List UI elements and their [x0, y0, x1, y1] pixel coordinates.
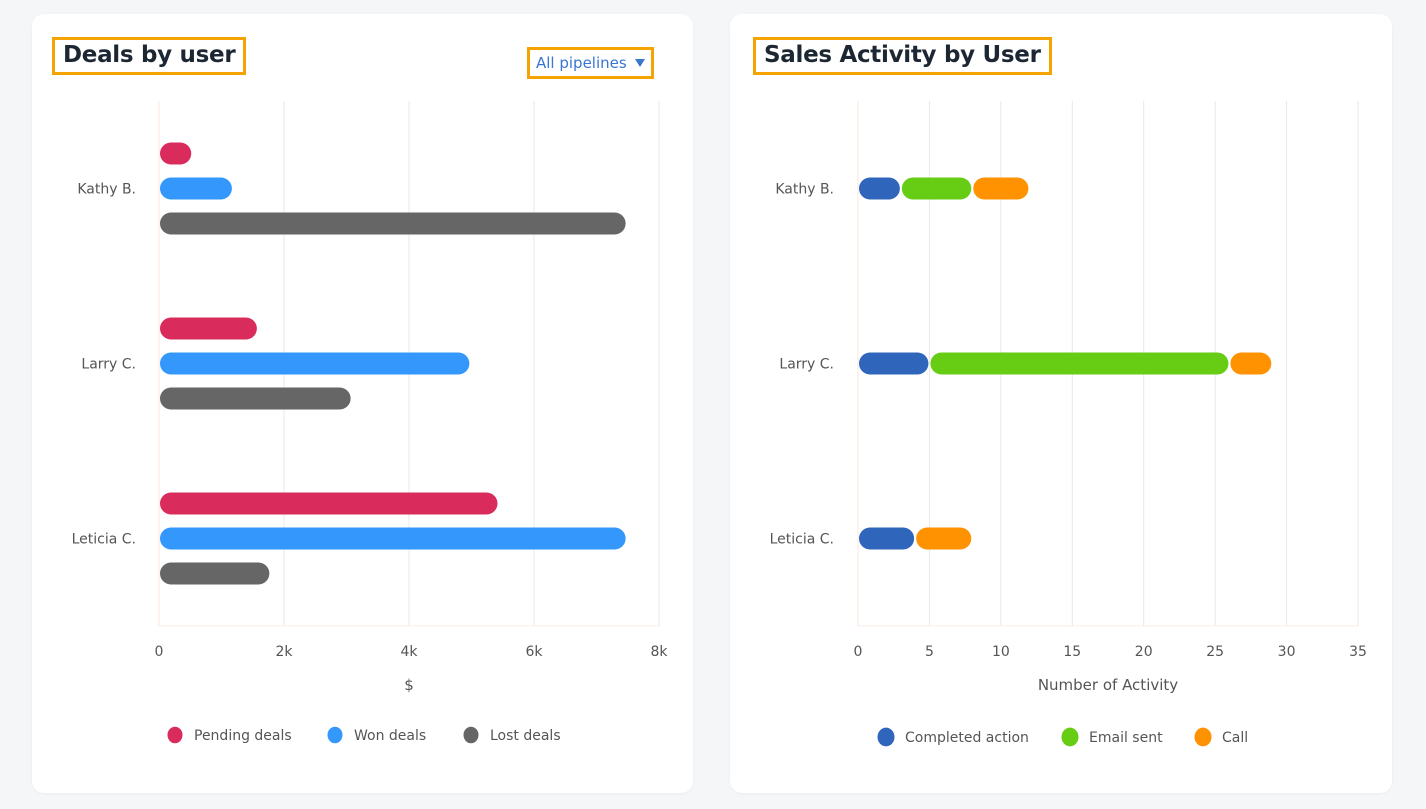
- legend-item-completed-action[interactable]: Completed action: [877, 727, 1029, 747]
- x-tick-label: 10: [992, 644, 1010, 660]
- category-label: Kathy B.: [77, 182, 136, 198]
- category-label: Kathy B.: [775, 182, 834, 198]
- sales-activity-card: Sales Activity by User 0 5 10 15 20 25 30 35 Num…: [730, 14, 1392, 793]
- x-tick-label: 35: [1349, 644, 1367, 660]
- legend-item-lost-deals[interactable]: Lost deals: [463, 726, 561, 744]
- deals-by-user-card: Deals by user All pipelines 0 2k 4k 6k 8k $ Ka…: [32, 14, 693, 793]
- sales-activity-chart: 0 5 10 15 20 25 30 35 Number of Activity Kathy B.…: [770, 101, 1367, 747]
- bar-lost-deals-larry-c: [160, 387, 351, 410]
- legend-item-pending-deals[interactable]: Pending deals: [167, 726, 292, 744]
- bar-completed-action-leticia-c: [859, 527, 915, 550]
- legend-label: Completed action: [905, 730, 1029, 746]
- x-tick-label: 6k: [525, 644, 543, 660]
- bar-call-leticia-c: [916, 527, 972, 550]
- legend-marker-icon: [1061, 727, 1079, 747]
- category-label: Leticia C.: [770, 532, 834, 548]
- legend-label: Pending deals: [194, 728, 292, 744]
- x-tick-label: 0: [854, 644, 863, 660]
- bar-completed-action-larry-c: [859, 352, 929, 375]
- legend-label: Won deals: [354, 728, 426, 744]
- x-tick-label: 4k: [400, 644, 418, 660]
- legend-marker-icon: [167, 726, 183, 744]
- bar-won-deals-larry-c: [160, 352, 470, 375]
- x-tick-label: 2k: [275, 644, 293, 660]
- bar-pending-deals-kathy-b: [160, 142, 192, 165]
- legend-label: Call: [1222, 730, 1248, 746]
- bar-pending-deals-leticia-c: [160, 492, 498, 515]
- x-tick-label: 0: [155, 644, 164, 660]
- x-tick-label: 20: [1135, 644, 1153, 660]
- legend-item-won-deals[interactable]: Won deals: [327, 726, 427, 744]
- bar-lost-deals-leticia-c: [160, 562, 270, 585]
- bar-email-sent-larry-c: [930, 352, 1229, 375]
- bar-call-larry-c: [1230, 352, 1272, 375]
- category-label: Larry C.: [81, 357, 136, 373]
- legend-label: Lost deals: [490, 728, 561, 744]
- category-label: Larry C.: [779, 357, 834, 373]
- x-axis-title: Number of Activity: [1038, 676, 1178, 694]
- bar-lost-deals-kathy-b: [160, 212, 626, 235]
- bar-won-deals-kathy-b: [160, 177, 232, 200]
- x-tick-label: 5: [925, 644, 934, 660]
- category-label: Leticia C.: [72, 532, 136, 548]
- bar-won-deals-leticia-c: [160, 527, 626, 550]
- legend-item-call[interactable]: Call: [1194, 727, 1249, 747]
- legend-marker-icon: [1194, 727, 1212, 747]
- deals-by-user-chart: 0 2k 4k 6k 8k $ Kathy B. Larry C. Leticia C. Pend…: [72, 101, 668, 744]
- bar-pending-deals-larry-c: [160, 317, 257, 340]
- bar-call-kathy-b: [973, 177, 1029, 200]
- legend-marker-icon: [463, 726, 479, 744]
- x-tick-label: 15: [1063, 644, 1081, 660]
- x-axis-title: $: [404, 676, 414, 694]
- legend-item-email-sent[interactable]: Email sent: [1061, 727, 1164, 747]
- x-tick-label: 25: [1206, 644, 1224, 660]
- bar-email-sent-kathy-b: [901, 177, 972, 200]
- legend-label: Email sent: [1089, 730, 1163, 746]
- legend-marker-icon: [877, 727, 895, 747]
- x-tick-label: 8k: [650, 644, 668, 660]
- x-tick-label: 30: [1278, 644, 1296, 660]
- bar-completed-action-kathy-b: [859, 177, 900, 200]
- legend-marker-icon: [327, 726, 343, 744]
